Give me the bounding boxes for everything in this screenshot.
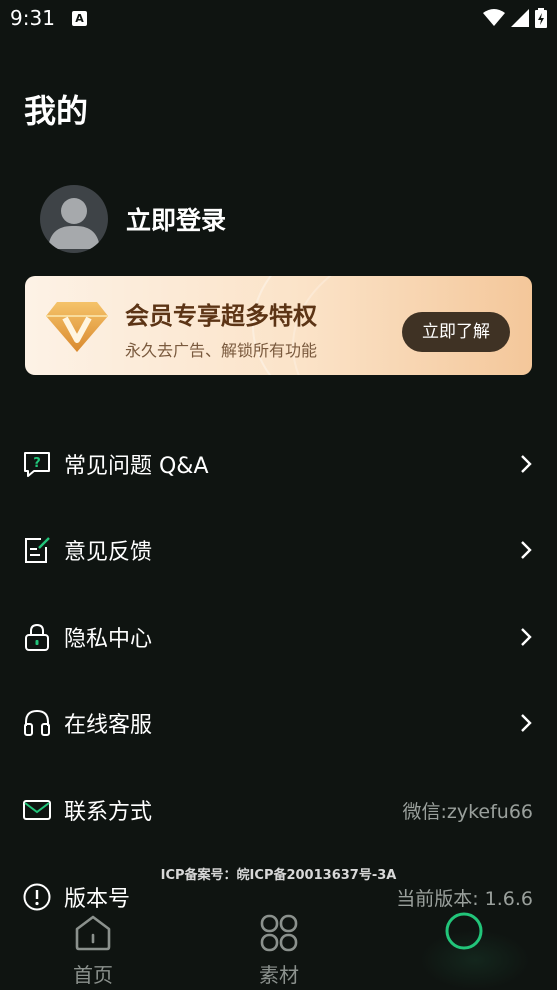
tab-label: 首页 — [73, 963, 113, 987]
menu-label: 在线客服 — [64, 713, 153, 738]
bottom-tab-bar: 首页 素材 — [0, 905, 557, 990]
profile-circle-icon — [445, 912, 483, 950]
feedback-note-icon — [25, 537, 50, 563]
vip-diamond-icon — [46, 302, 108, 352]
chevron-right-icon — [521, 455, 532, 473]
tab-profile[interactable] — [371, 905, 557, 990]
signal-icon — [511, 9, 529, 27]
home-icon — [75, 915, 111, 951]
wifi-icon — [483, 9, 505, 26]
status-bar: 9:31 A — [0, 0, 557, 40]
login-link[interactable]: 立即登录 — [126, 201, 226, 237]
notification-badge-icon: A — [72, 11, 87, 26]
icp-filing-text: ICP备案号：皖ICP备20013637号-3A — [160, 868, 397, 883]
tab-label: 素材 — [259, 963, 299, 987]
status-time: 9:31 — [10, 6, 55, 30]
menu-label: 隐私中心 — [64, 627, 153, 652]
menu-item-faq[interactable]: ? 常见问题 Q&A — [0, 433, 557, 493]
menu-item-feedback[interactable]: 意见反馈 — [0, 519, 557, 579]
user-avatar-icon — [48, 198, 100, 249]
battery-icon — [535, 8, 547, 28]
menu-item-privacy[interactable]: 隐私中心 — [0, 606, 557, 666]
chevron-right-icon — [521, 714, 532, 732]
contact-value: 微信:zykefu66 — [402, 801, 533, 823]
chevron-right-icon — [521, 541, 532, 559]
headset-icon — [24, 709, 50, 736]
grid-icon — [260, 914, 298, 952]
vip-banner[interactable]: 会员专享超多特权 永久去广告、解锁所有功能 立即了解 — [25, 276, 532, 375]
question-chat-icon: ? — [24, 452, 50, 477]
tab-materials[interactable]: 素材 — [186, 905, 372, 990]
vip-title: 会员专享超多特权 — [125, 302, 317, 330]
menu-item-customer-service[interactable]: 在线客服 — [0, 692, 557, 752]
menu-label: 联系方式 — [64, 800, 153, 825]
svg-text:?: ? — [33, 456, 41, 471]
mail-icon — [23, 800, 51, 820]
menu-item-contact[interactable]: 联系方式 微信:zykefu66 — [0, 779, 557, 839]
page-title: 我的 — [24, 92, 89, 130]
tab-home[interactable]: 首页 — [0, 905, 186, 990]
menu-label: 常见问题 Q&A — [64, 454, 209, 479]
menu-label: 意见反馈 — [64, 540, 153, 565]
vip-learn-more-button[interactable]: 立即了解 — [402, 312, 510, 352]
vip-subtitle: 永久去广告、解锁所有功能 — [125, 341, 318, 360]
status-icons — [483, 8, 547, 28]
lock-icon — [25, 623, 49, 651]
avatar[interactable] — [40, 185, 108, 253]
chevron-right-icon — [521, 628, 532, 646]
